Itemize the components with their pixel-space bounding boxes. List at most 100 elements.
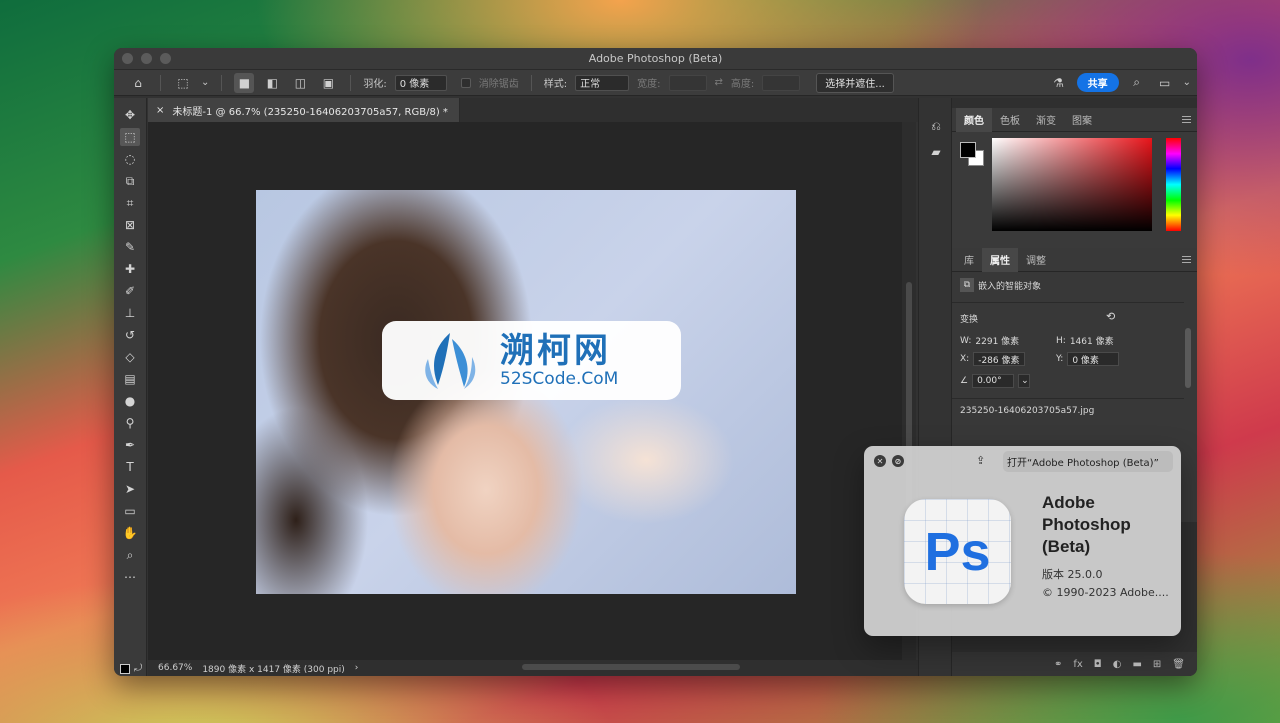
watermark: 溯柯网 52SCode.CoM — [382, 321, 681, 400]
eraser-tool-icon[interactable]: ◇ — [120, 348, 140, 366]
style-select[interactable]: 正常 — [575, 74, 630, 91]
close-window-button[interactable] — [122, 53, 133, 64]
chevron-down-icon[interactable]: ⌄ — [1018, 374, 1031, 388]
foreground-color-swatch[interactable] — [960, 142, 976, 158]
x-input[interactable]: -286 像素 — [973, 352, 1026, 366]
w-value[interactable]: 2291 像素 — [975, 334, 1019, 347]
chevron-right-icon[interactable]: › — [355, 663, 359, 673]
tab-swatches[interactable]: 色板 — [992, 108, 1028, 132]
panel-menu-icon[interactable] — [1182, 256, 1191, 263]
window-title: Adobe Photoshop (Beta) — [588, 52, 723, 65]
brush-tool-icon[interactable]: ✐ — [120, 282, 140, 300]
fx-icon[interactable]: fx — [1073, 659, 1082, 670]
height-input[interactable] — [762, 74, 801, 91]
minimize-window-button[interactable] — [141, 53, 152, 64]
horizontal-scrollbar[interactable] — [522, 664, 740, 670]
delete-layer-icon[interactable]: 🗑 — [1172, 659, 1185, 670]
blur-tool-icon[interactable]: ● — [120, 392, 140, 410]
document-tab[interactable]: × 未标题-1 @ 66.7% (235250-16406203705a57, … — [148, 98, 460, 122]
hide-icon[interactable]: ⊘ — [892, 455, 904, 467]
swap-colors-icon[interactable]: ⤾ — [134, 663, 142, 674]
y-input[interactable]: 0 像素 — [1067, 352, 1120, 366]
chevron-down-icon[interactable]: ⌄ — [1183, 77, 1191, 88]
feather-input[interactable]: 0 像素 — [394, 74, 447, 91]
search-icon[interactable]: ⌕ — [1127, 73, 1147, 93]
panel-scrollbar[interactable] — [1185, 328, 1191, 388]
new-layer-icon[interactable]: ⊞ — [1153, 659, 1161, 670]
panel-menu-icon[interactable] — [1182, 116, 1191, 123]
zoom-level[interactable]: 66.67% — [158, 663, 192, 673]
history-brush-tool-icon[interactable]: ↺ — [120, 326, 140, 344]
width-input[interactable] — [668, 74, 707, 91]
angle-input[interactable]: 0.00° — [972, 374, 1015, 388]
more-tools-icon[interactable]: ⋯ — [120, 568, 140, 586]
beaker-icon[interactable]: ⚗ — [1049, 73, 1069, 93]
document-dimensions: 1890 像素 x 1417 像素 (300 ppi) — [202, 664, 345, 675]
intersect-selection-icon[interactable]: ▣ — [318, 73, 338, 93]
swap-icon[interactable]: ⇄ — [715, 77, 723, 88]
subtract-selection-icon[interactable]: ◫ — [290, 73, 310, 93]
close-icon[interactable]: ✕ — [874, 455, 886, 467]
color-field[interactable] — [992, 138, 1152, 231]
workspace-icon[interactable]: ▭ — [1155, 73, 1175, 93]
properties-panel-tabs: 库 属性 调整 — [952, 247, 1197, 272]
canvas-area[interactable]: 溯柯网 52SCode.CoM — [148, 122, 902, 660]
type-tool-icon[interactable]: T — [120, 458, 140, 476]
stamp-tool-icon[interactable]: ⊥ — [120, 304, 140, 322]
crop-tool-icon[interactable]: ⌗ — [120, 194, 140, 212]
smart-object-icon: ⧉ — [960, 278, 974, 292]
object-select-tool-icon[interactable]: ⧉ — [120, 172, 140, 190]
add-mask-icon[interactable]: ◘ — [1094, 659, 1102, 670]
path-select-tool-icon[interactable]: ➤ — [120, 480, 140, 498]
hue-slider[interactable] — [1166, 138, 1181, 231]
adjustment-layer-icon[interactable]: ◐ — [1113, 659, 1122, 670]
marquee-preset-icon[interactable]: ⬚ — [173, 73, 193, 93]
healing-brush-tool-icon[interactable]: ✚ — [120, 260, 140, 278]
add-to-selection-icon[interactable]: ◧ — [262, 73, 282, 93]
history-panel-icon[interactable]: ⎌ — [926, 116, 946, 136]
style-select-value: 正常 — [580, 79, 601, 90]
pen-tool-icon[interactable]: ✒ — [120, 436, 140, 454]
move-tool-icon[interactable]: ✥ — [120, 106, 140, 124]
app-copyright: © 1990-2023 Adobe.... — [1042, 586, 1169, 599]
tab-properties[interactable]: 属性 — [982, 247, 1018, 272]
zoom-tool-icon[interactable]: ⌕ — [120, 546, 140, 564]
new-group-icon[interactable]: ▬ — [1132, 659, 1141, 670]
default-colors-icon[interactable] — [120, 664, 130, 674]
new-selection-icon[interactable]: ■ — [234, 72, 255, 93]
frame-tool-icon[interactable]: ⊠ — [120, 216, 140, 234]
tab-patterns[interactable]: 图案 — [1064, 108, 1100, 132]
comments-panel-icon[interactable]: ▰ — [926, 142, 946, 162]
filename-row: 235250-16406203705a57.jpg — [960, 406, 1094, 416]
open-app-button[interactable]: 打开“Adobe Photoshop (Beta)” — [1003, 451, 1173, 472]
share-icon[interactable]: ⇪ — [976, 454, 990, 468]
photoshop-app-icon: Ps — [904, 499, 1011, 604]
home-icon[interactable]: ⌂ — [128, 73, 148, 93]
antialias-checkbox[interactable] — [460, 77, 471, 88]
close-tab-icon[interactable]: × — [156, 105, 164, 116]
lasso-tool-icon[interactable]: ◌ — [120, 150, 140, 168]
tab-color[interactable]: 颜色 — [956, 107, 992, 132]
divider — [952, 302, 1184, 303]
share-button[interactable]: 共享 — [1076, 73, 1119, 92]
watermark-logo-icon — [425, 332, 476, 389]
tab-adjustments[interactable]: 调整 — [1018, 248, 1054, 272]
eyedropper-tool-icon[interactable]: ✎ — [120, 238, 140, 256]
reset-transform-icon[interactable]: ⟲ — [1106, 310, 1115, 323]
divider — [221, 74, 223, 91]
tab-libraries[interactable]: 库 — [956, 248, 982, 272]
gradient-tool-icon[interactable]: ▤ — [120, 370, 140, 388]
angle-row: ∠ 0.00° ⌄ — [960, 374, 1031, 388]
width-row: W: 2291 像素 — [960, 334, 1019, 348]
zoom-window-button[interactable] — [160, 53, 171, 64]
marquee-tool-icon[interactable]: ⬚ — [120, 128, 140, 146]
link-layers-icon[interactable]: ⚭ — [1054, 659, 1062, 670]
hand-tool-icon[interactable]: ✋ — [120, 524, 140, 542]
dodge-tool-icon[interactable]: ⚲ — [120, 414, 140, 432]
h-value[interactable]: 1461 像素 — [1070, 334, 1114, 347]
select-and-mask-button[interactable]: 选择并遮住... — [816, 72, 894, 93]
chevron-down-icon[interactable]: ⌄ — [201, 77, 209, 88]
tab-gradients[interactable]: 渐变 — [1028, 108, 1064, 132]
transform-label: 变换 — [960, 315, 979, 325]
rectangle-tool-icon[interactable]: ▭ — [120, 502, 140, 520]
